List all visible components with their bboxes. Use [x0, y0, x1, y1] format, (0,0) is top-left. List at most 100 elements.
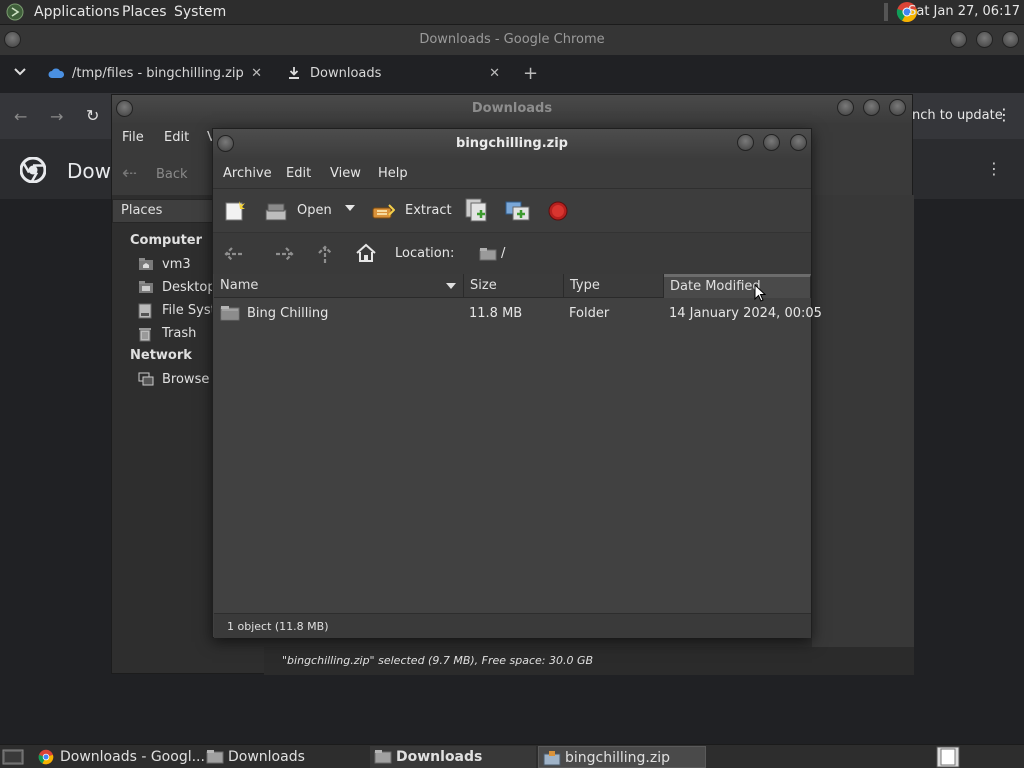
- back-arrow-icon[interactable]: ⇠: [122, 163, 137, 184]
- open-archive-icon: [265, 201, 287, 221]
- nautilus-close-button[interactable]: [889, 99, 906, 116]
- back-arrow-icon[interactable]: [223, 245, 245, 263]
- panel-separator: [884, 3, 888, 21]
- desktop-folder-icon: [138, 280, 154, 294]
- archive-icon: [543, 750, 561, 766]
- kebab-menu-icon[interactable]: ⋮: [996, 105, 1012, 124]
- page-title: Dow: [67, 159, 111, 183]
- drive-icon: [138, 303, 152, 319]
- table-row[interactable]: Bing Chilling 11.8 MB Folder 14 January …: [214, 302, 822, 326]
- back-arrow-icon[interactable]: ←: [14, 107, 27, 126]
- relaunch-update-label[interactable]: nch to update: [912, 108, 1003, 123]
- file-roller-location-bar: Location: /: [213, 232, 811, 274]
- column-header-date-modified[interactable]: Date Modified: [664, 274, 811, 298]
- chrome-titlebar[interactable]: Downloads - Google Chrome: [0, 25, 1024, 55]
- new-archive-icon[interactable]: [224, 200, 246, 222]
- tab-tmp-files[interactable]: /tmp/files - bingchilling.zip ✕: [48, 59, 262, 89]
- taskbar-item-downloads[interactable]: Downloads: [202, 746, 368, 768]
- nautilus-status-text: "bingchilling.zip" selected (9.7 MB), Fr…: [282, 654, 594, 667]
- taskbar-item-bingchilling[interactable]: bingchilling.zip: [538, 746, 706, 768]
- reload-icon[interactable]: ↻: [86, 106, 99, 125]
- menu-edit[interactable]: Edit: [164, 130, 189, 145]
- column-label: Size: [470, 278, 497, 293]
- sidebar-item-label: vm3: [162, 257, 191, 272]
- back-button-label[interactable]: Back: [156, 167, 188, 182]
- more-options-icon[interactable]: ⋮: [986, 159, 1002, 178]
- sidebar-heading-computer: Computer: [130, 233, 203, 248]
- bottom-panel: Downloads - Googl... Downloads Downloads…: [0, 744, 1024, 768]
- add-files-icon[interactable]: [465, 198, 489, 222]
- sidebar-item-vm3[interactable]: vm3: [138, 255, 191, 275]
- open-label: Open: [297, 203, 332, 218]
- up-arrow-icon[interactable]: [316, 244, 334, 264]
- nautilus-titlebar[interactable]: Downloads: [112, 95, 912, 123]
- taskbar-item-chrome[interactable]: Downloads - Googl...: [34, 746, 205, 768]
- stop-icon[interactable]: [548, 201, 568, 221]
- location-path[interactable]: /: [501, 246, 505, 261]
- sidebar-heading-network: Network: [130, 348, 192, 363]
- menu-places[interactable]: Places: [122, 4, 167, 20]
- location-label: Location:: [395, 246, 455, 261]
- extract-button[interactable]: Extract: [371, 197, 452, 225]
- menu-applications[interactable]: Applications: [34, 4, 120, 20]
- sidebar-item-file-system[interactable]: File Syst: [138, 301, 216, 321]
- chrome-tab-bar: /tmp/files - bingchilling.zip ✕ Download…: [0, 55, 1024, 93]
- sidebar-item-label: File Syst: [162, 303, 216, 318]
- chrome-close-button[interactable]: [1002, 31, 1019, 48]
- column-header-type[interactable]: Type: [564, 274, 664, 298]
- chrome-window-title: Downloads - Google Chrome: [419, 32, 605, 47]
- cell-size: 11.8 MB: [469, 306, 523, 321]
- close-icon[interactable]: ✕: [489, 59, 500, 89]
- workspace-switcher-icon[interactable]: [936, 746, 960, 768]
- nautilus-maximize-button[interactable]: [863, 99, 880, 116]
- tab-downloads[interactable]: Downloads ✕: [286, 59, 500, 89]
- column-header-size[interactable]: Size: [464, 274, 564, 298]
- clock[interactable]: Sat Jan 27, 06:17: [908, 4, 1020, 19]
- taskbar-item-downloads-active[interactable]: Downloads: [370, 746, 536, 768]
- sidebar-item-label: Browse I: [162, 372, 218, 387]
- menu-view[interactable]: View: [330, 166, 361, 181]
- new-tab-icon[interactable]: +: [523, 63, 538, 84]
- add-folder-icon[interactable]: [505, 198, 531, 222]
- file-roller-toolbar: Open Extract: [213, 188, 811, 232]
- column-header-name[interactable]: Name: [214, 274, 464, 298]
- forward-arrow-icon[interactable]: →: [50, 107, 63, 126]
- gnome-foot-icon[interactable]: [6, 3, 26, 21]
- sidebar-item-trash[interactable]: Trash: [138, 324, 196, 344]
- sidebar-item-browse-network[interactable]: Browse I: [138, 370, 217, 390]
- places-label: Places: [121, 203, 163, 218]
- forward-arrow-icon[interactable]: [273, 245, 295, 263]
- menu-file[interactable]: File: [122, 130, 144, 145]
- menu-archive[interactable]: Archive: [223, 166, 272, 181]
- file-roller-titlebar[interactable]: bingchilling.zip: [213, 129, 811, 159]
- column-label: Type: [570, 278, 600, 293]
- folder-icon: [374, 749, 392, 764]
- top-panel: Applications Places System Sat Jan 27, 0…: [0, 0, 1024, 25]
- file-list: Bing Chilling 11.8 MB Folder 14 January …: [214, 298, 822, 613]
- folder-icon: [479, 247, 497, 261]
- sort-arrow-icon: [446, 283, 456, 290]
- open-button[interactable]: Open: [263, 197, 358, 225]
- chrome-minimize-button[interactable]: [950, 31, 967, 48]
- show-desktop-icon[interactable]: [2, 747, 24, 767]
- file-roller-close-button[interactable]: [790, 134, 807, 151]
- menu-edit[interactable]: Edit: [286, 166, 311, 181]
- nautilus-content-area: [812, 195, 914, 647]
- menu-system[interactable]: System: [174, 4, 226, 20]
- trash-icon: [138, 326, 152, 342]
- tab-search-icon[interactable]: [14, 67, 26, 77]
- nautilus-minimize-button[interactable]: [837, 99, 854, 116]
- close-icon[interactable]: ✕: [251, 59, 262, 89]
- cloud-icon: [48, 67, 64, 79]
- column-label: Date Modified: [670, 279, 761, 294]
- sidebar-item-label: Desktop: [162, 280, 216, 295]
- file-roller-maximize-button[interactable]: [763, 134, 780, 151]
- network-icon: [138, 372, 154, 386]
- chrome-maximize-button[interactable]: [976, 31, 993, 48]
- file-roller-menubar: Archive Edit View Help: [213, 159, 811, 188]
- file-roller-minimize-button[interactable]: [737, 134, 754, 151]
- menu-help[interactable]: Help: [378, 166, 408, 181]
- sidebar-item-desktop[interactable]: Desktop: [138, 278, 216, 298]
- home-icon[interactable]: [355, 243, 377, 263]
- dropdown-arrow-icon[interactable]: [345, 204, 355, 212]
